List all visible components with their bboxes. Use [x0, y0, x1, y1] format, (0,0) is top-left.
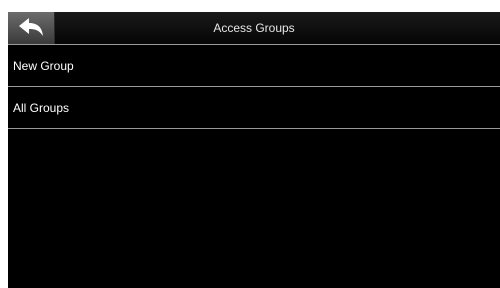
page-title: Access Groups	[213, 21, 295, 35]
menu-item-label: New Group	[13, 59, 74, 73]
title-bar: Access Groups	[8, 12, 500, 45]
menu-item-label: All Groups	[13, 101, 70, 115]
back-button[interactable]	[8, 12, 55, 44]
device-screen: Access Groups New Group All Groups	[8, 12, 500, 288]
menu-item-new-group[interactable]: New Group	[8, 45, 500, 87]
back-arrow-icon	[19, 18, 43, 36]
menu-item-all-groups[interactable]: All Groups	[8, 87, 500, 129]
